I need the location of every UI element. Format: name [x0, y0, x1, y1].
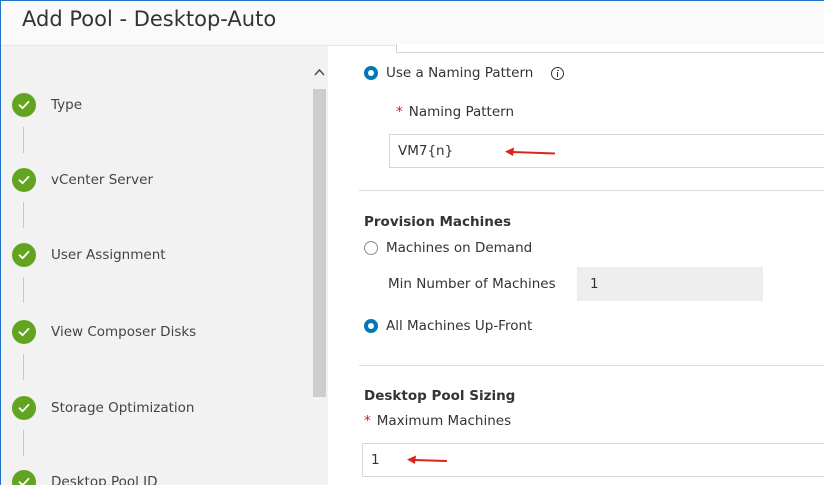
- check-circle-icon: [12, 168, 36, 192]
- required-marker: *: [364, 413, 371, 429]
- dialog-title: Add Pool - Desktop-Auto: [22, 7, 277, 31]
- wizard-steps-sidebar: Type vCenter Server User Assignment View…: [1, 46, 311, 485]
- previous-input-field[interactable]: [396, 44, 824, 53]
- step-connector: [23, 277, 24, 303]
- dialog-header: Add Pool - Desktop-Auto: [1, 1, 824, 46]
- step-connector: [23, 202, 24, 228]
- radio-selected-icon[interactable]: [364, 319, 378, 333]
- wizard-step-vcenter-server[interactable]: vCenter Server: [12, 168, 153, 192]
- desktop-pool-sizing-heading: Desktop Pool Sizing: [364, 388, 516, 404]
- wizard-step-view-composer-disks[interactable]: View Composer Disks: [12, 320, 196, 344]
- naming-pattern-label: * Naming Pattern: [396, 104, 514, 120]
- sidebar-scrollbar[interactable]: [311, 46, 328, 485]
- use-naming-pattern-option[interactable]: Use a Naming Pattern: [364, 65, 565, 81]
- min-number-of-machines-value: 1: [590, 276, 599, 292]
- add-pool-dialog: Add Pool - Desktop-Auto Type vCenter Ser…: [0, 0, 824, 485]
- annotation-arrow-icon: [505, 147, 556, 156]
- wizard-step-type[interactable]: Type: [12, 93, 82, 117]
- min-number-of-machines-field: 1: [577, 267, 763, 301]
- naming-pattern-input[interactable]: VM7{n}: [389, 134, 824, 168]
- wizard-step-label: View Composer Disks: [51, 324, 197, 340]
- wizard-step-label: Storage Optimization: [51, 400, 195, 416]
- radio-unselected-icon[interactable]: [364, 241, 378, 255]
- wizard-content: Use a Naming Pattern * Naming Pattern VM7…: [328, 44, 824, 485]
- maximum-machines-label-text: Maximum Machines: [376, 413, 512, 429]
- naming-pattern-value: VM7{n}: [398, 143, 454, 159]
- maximum-machines-label: * Maximum Machines: [364, 413, 511, 429]
- step-connector: [23, 430, 24, 456]
- check-circle-icon: [12, 93, 36, 117]
- machines-on-demand-label: Machines on Demand: [386, 240, 533, 256]
- wizard-step-label: vCenter Server: [51, 172, 153, 188]
- check-circle-icon: [12, 396, 36, 420]
- wizard-step-user-assignment[interactable]: User Assignment: [12, 243, 166, 267]
- wizard-step-storage-optimization[interactable]: Storage Optimization: [12, 396, 194, 420]
- check-circle-icon: [12, 470, 36, 485]
- step-connector: [23, 127, 24, 153]
- check-circle-icon: [12, 320, 36, 344]
- wizard-step-label: User Assignment: [51, 247, 166, 263]
- all-machines-up-front-label: All Machines Up-Front: [386, 318, 533, 334]
- use-naming-pattern-label: Use a Naming Pattern: [386, 65, 534, 81]
- section-divider: [359, 190, 824, 191]
- wizard-step-desktop-pool-id[interactable]: Desktop Pool ID: [12, 470, 158, 485]
- info-icon[interactable]: [551, 66, 565, 80]
- section-divider: [359, 365, 824, 366]
- scrollbar-thumb[interactable]: [313, 89, 326, 397]
- annotation-arrow-icon: [407, 455, 448, 464]
- maximum-machines-value: 1: [371, 452, 380, 468]
- check-circle-icon: [12, 243, 36, 267]
- all-machines-up-front-option[interactable]: All Machines Up-Front: [364, 318, 532, 334]
- provision-machines-heading: Provision Machines: [364, 214, 512, 230]
- required-marker: *: [396, 104, 403, 120]
- radio-selected-icon[interactable]: [364, 66, 378, 80]
- wizard-step-label: Type: [51, 97, 83, 113]
- machines-on-demand-option[interactable]: Machines on Demand: [364, 240, 532, 256]
- min-number-of-machines-label: Min Number of Machines: [388, 276, 556, 292]
- step-connector: [23, 354, 24, 380]
- naming-pattern-label-text: Naming Pattern: [408, 104, 515, 120]
- chevron-up-icon[interactable]: [314, 66, 325, 80]
- wizard-step-label: Desktop Pool ID: [51, 474, 158, 485]
